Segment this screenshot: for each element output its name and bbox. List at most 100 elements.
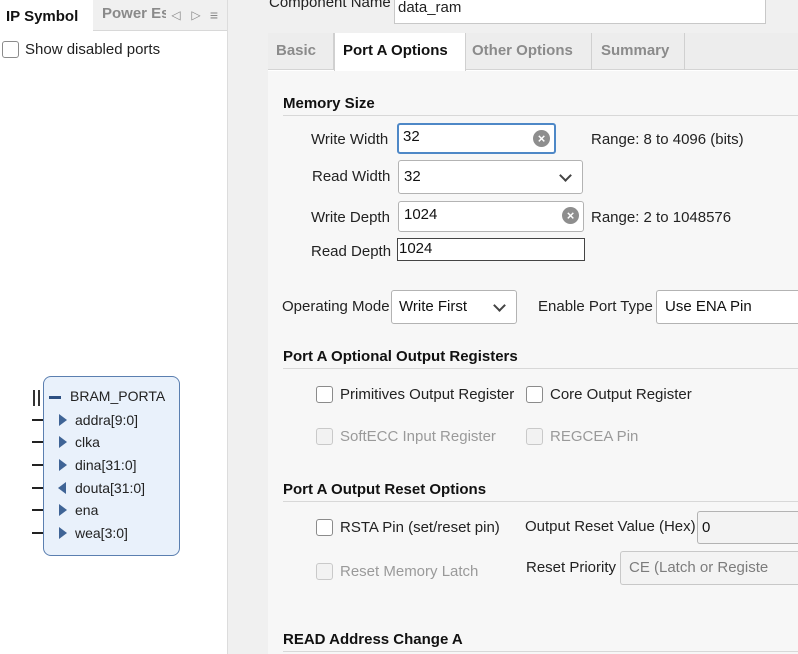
pin-stub — [32, 487, 43, 489]
operating-mode-value: Write First — [399, 298, 468, 315]
core-output-register-label: Core Output Register — [550, 385, 692, 403]
tab-power-estimation[interactable]: Power Es — [94, 0, 166, 31]
panel-splitter[interactable] — [227, 0, 268, 654]
section-divider — [283, 501, 798, 502]
write-depth-value: 1024 — [404, 206, 438, 223]
component-name-input[interactable]: data_ram — [394, 0, 766, 24]
regcea-pin-label: REGCEA Pin — [550, 427, 639, 445]
reset-memory-latch-option: Reset Memory Latch — [316, 562, 478, 580]
bus-interface-name: BRAM_PORTA — [70, 388, 166, 404]
input-arrow-icon — [59, 527, 67, 539]
primitives-output-register-checkbox[interactable] — [316, 385, 333, 403]
rsta-pin-option[interactable]: RSTA Pin (set/reset pin) — [316, 518, 500, 536]
pin-name: dina[31:0] — [75, 457, 137, 473]
pin-dina: dina[31:0] — [32, 456, 192, 474]
section-divider — [283, 115, 798, 116]
pin-douta: douta[31:0] — [32, 479, 192, 497]
chevron-down-icon — [559, 169, 572, 182]
input-arrow-icon — [59, 436, 67, 448]
reset-priority-select: CE (Latch or Registe — [620, 551, 798, 585]
output-reset-value-label: Output Reset Value (Hex) — [525, 518, 696, 535]
component-name-row: Component Name data_ram — [268, 0, 798, 33]
show-disabled-ports-option[interactable]: Show disabled ports — [2, 40, 160, 58]
pin-name: douta[31:0] — [75, 480, 146, 496]
write-depth-label: Write Depth — [311, 209, 390, 226]
regcea-pin-checkbox — [526, 427, 543, 445]
collapse-bus-icon[interactable] — [49, 396, 61, 399]
pin-stub — [32, 464, 43, 466]
input-arrow-icon — [59, 459, 67, 471]
reset-priority-label: Reset Priority — [526, 559, 617, 576]
primitives-output-register-label: Primitives Output Register — [340, 385, 515, 403]
enable-port-type-label: Enable Port Type — [538, 298, 653, 315]
write-width-label: Write Width — [311, 131, 389, 148]
show-disabled-ports-checkbox[interactable] — [2, 40, 19, 58]
options-tab-bar: Basic Port A Options Other Options Summa… — [268, 33, 798, 71]
pin-clka: clka — [32, 433, 192, 451]
enable-port-type-value: Use ENA Pin — [665, 298, 752, 315]
read-depth-value: 1024 — [397, 238, 585, 261]
softecc-input-register-option: SoftECC Input Register — [316, 427, 496, 445]
input-arrow-icon — [59, 504, 67, 516]
reset-memory-latch-checkbox — [316, 562, 333, 580]
write-width-range: Range: 8 to 4096 (bits) — [591, 131, 744, 148]
tab-basic[interactable]: Basic — [268, 33, 334, 70]
clear-icon[interactable]: × — [562, 207, 579, 224]
pin-name: clka — [75, 434, 100, 450]
softecc-input-register-checkbox — [316, 427, 333, 445]
read-width-label: Read Width — [312, 168, 391, 185]
tab-other-options[interactable]: Other Options — [464, 33, 592, 70]
operating-mode-select[interactable]: Write First — [391, 290, 517, 324]
pin-name: ena — [75, 502, 99, 518]
write-depth-range: Range: 2 to 1048576 — [591, 209, 732, 226]
show-disabled-ports-label: Show disabled ports — [25, 40, 161, 58]
customize-ip-panel: Component Name data_ram Basic Port A Opt… — [268, 0, 798, 654]
primitives-output-register-option[interactable]: Primitives Output Register — [316, 385, 514, 403]
section-divider — [283, 368, 798, 369]
pin-name: wea[3:0] — [75, 525, 128, 541]
pin-wea: wea[3:0] — [32, 524, 192, 542]
tab-menu-icon[interactable]: ≡ — [206, 5, 222, 25]
pin-stub — [32, 509, 43, 511]
read-width-value: 32 — [404, 168, 421, 185]
input-arrow-icon — [59, 414, 67, 426]
read-width-select[interactable]: 32 — [398, 160, 583, 194]
left-tab-bar: IP Symbol Power Es ◁ ▷ ≡ — [0, 0, 227, 31]
regcea-pin-option: REGCEA Pin — [526, 427, 638, 445]
pin-name: addra[9:0] — [75, 412, 139, 428]
component-name-label: Component Name — [269, 0, 391, 11]
rsta-pin-checkbox[interactable] — [316, 518, 333, 536]
reset-memory-latch-label: Reset Memory Latch — [340, 562, 479, 580]
read-address-change-heading: READ Address Change A — [283, 631, 463, 648]
write-width-value: 32 — [403, 128, 420, 145]
pin-stub — [32, 441, 43, 443]
write-width-input[interactable]: 32 × — [397, 123, 556, 154]
ip-symbol-panel: IP Symbol Power Es ◁ ▷ ≡ Show disabled p… — [0, 0, 227, 654]
enable-port-type-select[interactable]: Use ENA Pin — [656, 290, 798, 324]
output-arrow-icon — [58, 482, 66, 494]
softecc-input-register-label: SoftECC Input Register — [340, 427, 496, 445]
rsta-pin-label: RSTA Pin (set/reset pin) — [340, 518, 500, 536]
memory-size-heading: Memory Size — [283, 95, 375, 112]
tab-summary[interactable]: Summary — [593, 33, 685, 70]
pin-addra: addra[9:0] — [32, 411, 192, 429]
output-reset-options-heading: Port A Output Reset Options — [283, 481, 487, 498]
pin-ena: ena — [32, 501, 192, 519]
core-output-register-checkbox[interactable] — [526, 385, 543, 403]
tab-ip-symbol[interactable]: IP Symbol — [0, 0, 93, 31]
chevron-down-icon — [493, 299, 506, 312]
write-depth-input[interactable]: 1024 × — [398, 201, 584, 232]
tab-port-a-options[interactable]: Port A Options — [334, 33, 466, 71]
section-divider — [283, 651, 798, 652]
bus-interface-icon — [33, 390, 40, 406]
operating-mode-label: Operating Mode — [282, 298, 390, 315]
core-output-register-option[interactable]: Core Output Register — [526, 385, 692, 403]
pin-stub — [32, 419, 43, 421]
optional-output-registers-heading: Port A Optional Output Registers — [283, 348, 518, 365]
tab-scroll-right-icon[interactable]: ▷ — [188, 5, 204, 25]
clear-icon[interactable]: × — [533, 130, 550, 147]
pin-stub — [32, 532, 43, 534]
tab-scroll-left-icon[interactable]: ◁ — [168, 5, 184, 25]
output-reset-value-input: 0 — [697, 511, 798, 544]
port-a-options-content: Memory Size Write Width 32 × Range: 8 to… — [268, 71, 798, 654]
